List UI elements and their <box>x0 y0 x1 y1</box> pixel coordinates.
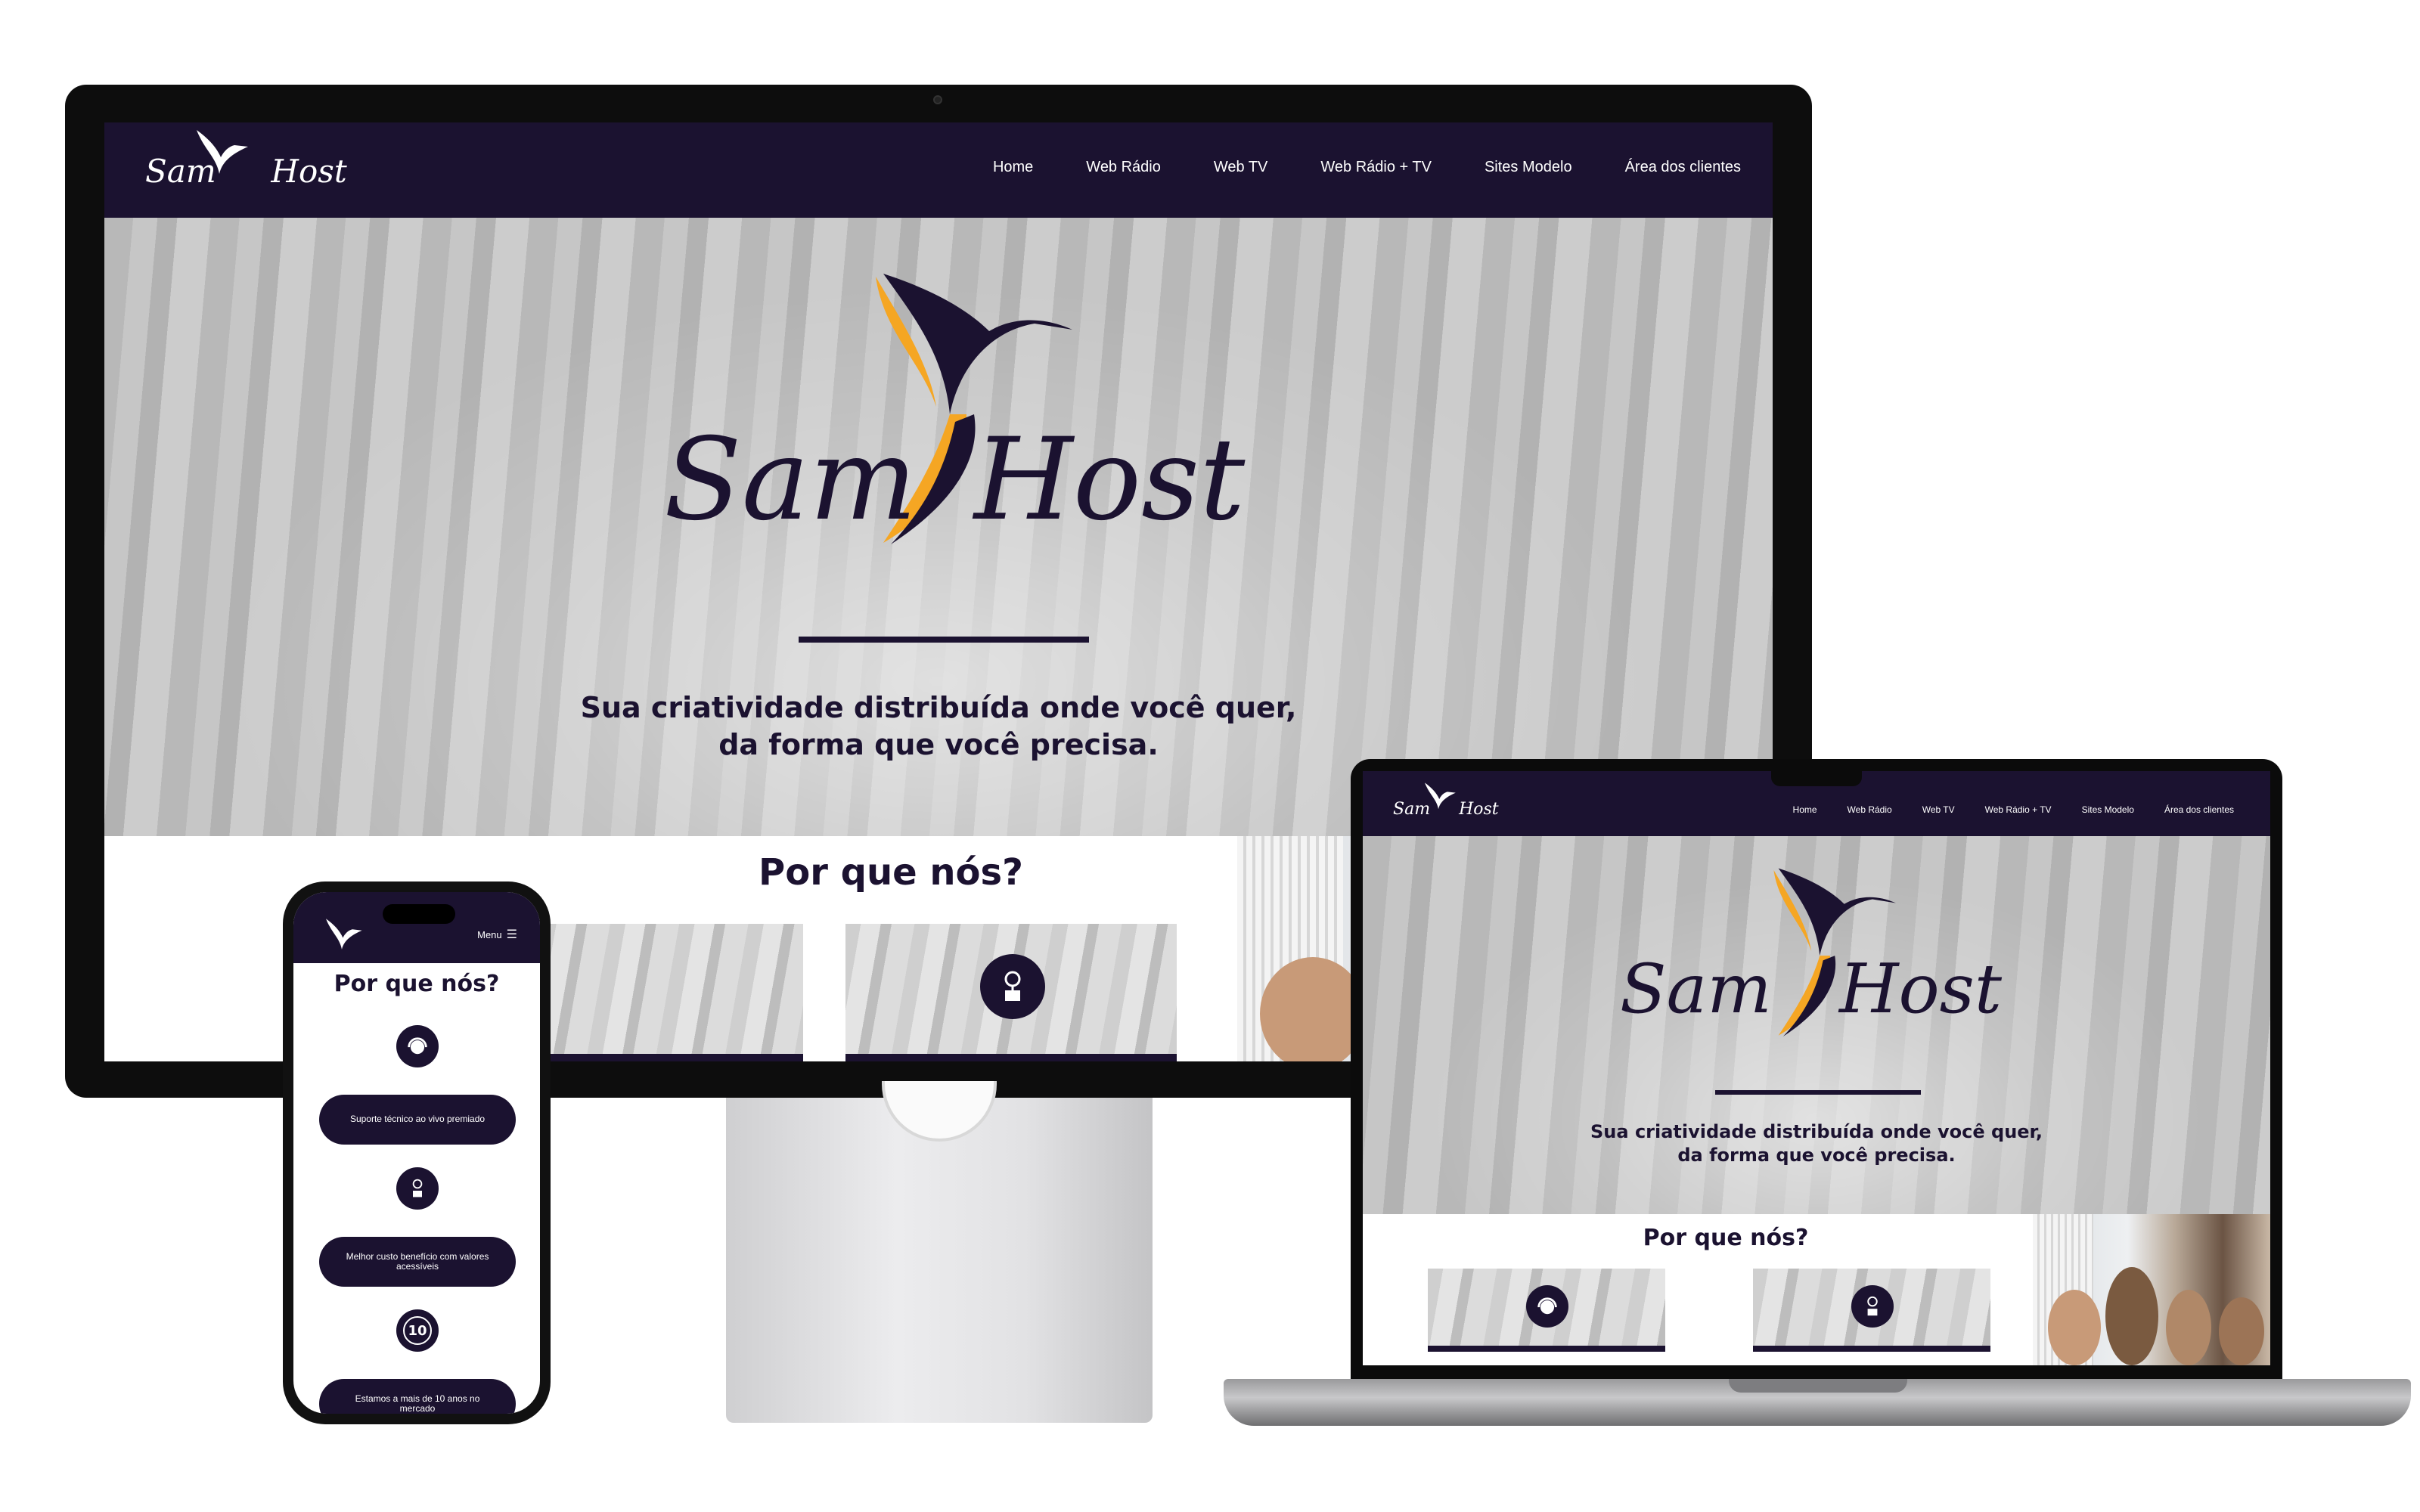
person-photo <box>1260 957 1366 1061</box>
phone-device: Menu ☰ Por que nós? Suporte técnico ao v… <box>283 881 551 1424</box>
main-nav: Home Web Rádio Web TV Web Rádio + TV Sit… <box>993 159 1741 176</box>
hero-tagline: Sua criatividade distribuída onde você q… <box>482 689 1395 764</box>
laptop-hero-brand-right: Host <box>1839 950 2003 1029</box>
laptop-money-plant-icon <box>1851 1285 1894 1328</box>
laptop-nav-web-radio[interactable]: Web Rádio <box>1848 804 1892 815</box>
hero-logo: Sam Host <box>664 271 1245 558</box>
hero-tagline-line2: da forma que você precisa. <box>718 728 1159 762</box>
laptop-logo-bird-icon <box>1420 780 1457 818</box>
laptop-person-2 <box>2105 1267 2158 1365</box>
phone-dynamic-island <box>383 904 455 924</box>
laptop-hero-tagline: Sua criatividade distribuída onde você q… <box>1514 1120 2119 1167</box>
laptop-device: Sam Host Home Web Rádio Web TV Web Rádio… <box>1351 759 2282 1379</box>
phone-feature-years[interactable]: Estamos a mais de 10 anos no mercado <box>319 1379 516 1414</box>
hero-brand-left: Sam <box>664 414 917 546</box>
hero-tagline-line1: Sua criatividade distribuída onde você q… <box>580 691 1297 724</box>
laptop-why-card-support <box>1428 1269 1665 1352</box>
laptop-nav-web-radio-tv[interactable]: Web Rádio + TV <box>1985 804 2052 815</box>
nav-area-clientes[interactable]: Área dos clientes <box>1625 159 1741 176</box>
why-title: Por que nós? <box>759 851 1023 894</box>
laptop-nav-area-clientes[interactable]: Área dos clientes <box>2164 804 2234 815</box>
laptop-hero-logo: Sam Host <box>1620 866 2028 1040</box>
phone-headset-icon <box>396 1025 439 1067</box>
phone-feature-price-label: Melhor custo benefício com valores acess… <box>346 1250 489 1272</box>
phone-ten-years-icon: 10 <box>396 1309 439 1352</box>
site-header: Sam Host Home Web Rádio Web TV Web Rádio… <box>104 122 1773 218</box>
laptop-person-3 <box>2166 1290 2211 1365</box>
laptop-headset-icon <box>1526 1285 1568 1328</box>
money-plant-icon <box>980 954 1045 1019</box>
phone-header: Menu ☰ <box>293 892 540 963</box>
laptop-why-title: Por que nós? <box>1643 1225 1809 1251</box>
logo-name-right: Host <box>271 153 347 190</box>
phone-logo-bird-icon[interactable] <box>321 915 363 959</box>
hero-brand-right: Host <box>974 414 1246 546</box>
why-card-price <box>845 924 1177 1061</box>
nav-web-radio[interactable]: Web Rádio <box>1086 159 1161 176</box>
phone-menu-button[interactable]: Menu ☰ <box>477 927 517 942</box>
phone-feature-years-label: Estamos a mais de 10 anos no mercado <box>355 1393 480 1414</box>
laptop-why-card-price <box>1753 1269 1990 1352</box>
phone-money-plant-icon <box>396 1167 439 1210</box>
nav-sites-modelo[interactable]: Sites Modelo <box>1485 159 1572 176</box>
laptop-support-team-photo <box>2033 1214 2270 1365</box>
laptop-base-groove <box>1729 1379 1907 1393</box>
nav-web-tv[interactable]: Web TV <box>1214 159 1268 176</box>
laptop-person-4 <box>2219 1297 2264 1365</box>
laptop-nav: Home Web Rádio Web TV Web Rádio + TV Sit… <box>1793 804 2234 815</box>
laptop-person-1 <box>2048 1290 2101 1365</box>
monitor-camera <box>933 95 942 104</box>
phone-menu-label: Menu <box>477 928 502 940</box>
header-logo[interactable]: Sam Host <box>145 130 347 190</box>
nav-web-radio-tv[interactable]: Web Rádio + TV <box>1320 159 1432 176</box>
laptop-hero-brand-left: Sam <box>1620 950 1772 1029</box>
nav-home[interactable]: Home <box>993 159 1033 176</box>
phone-feature-price[interactable]: Melhor custo benefício com valores acess… <box>319 1237 516 1287</box>
laptop-notch <box>1771 759 1862 786</box>
laptop-screen: Sam Host Home Web Rádio Web TV Web Rádio… <box>1363 771 2270 1365</box>
hero-divider <box>799 637 1089 643</box>
monitor-stand <box>726 1098 1153 1423</box>
phone-why-title: Por que nós? <box>334 971 500 997</box>
laptop-why-section: Por que nós? <box>1363 1214 2270 1365</box>
laptop-nav-web-tv[interactable]: Web TV <box>1922 804 1955 815</box>
phone-feature-support[interactable]: Suporte técnico ao vivo premiado <box>319 1095 516 1145</box>
laptop-nav-sites-modelo[interactable]: Sites Modelo <box>2082 804 2134 815</box>
logo-bird-icon <box>189 127 250 187</box>
laptop-tagline-line2: da forma que você precisa. <box>1677 1145 1956 1167</box>
laptop-nav-home[interactable]: Home <box>1793 804 1817 815</box>
hamburger-icon: ☰ <box>506 928 517 941</box>
phone-screen: Menu ☰ Por que nós? Suporte técnico ao v… <box>293 892 540 1414</box>
laptop-hero-divider <box>1715 1090 1921 1095</box>
laptop-header-logo[interactable]: Sam Host <box>1393 782 1499 819</box>
hero-section: Sam Host Sua criatividade distribuída on… <box>104 218 1773 836</box>
phone-feature-support-label: Suporte técnico ao vivo premiado <box>349 1114 486 1125</box>
laptop-logo-right: Host <box>1459 800 1499 819</box>
laptop-tagline-line1: Sua criatividade distribuída onde você q… <box>1590 1121 2043 1142</box>
laptop-hero: Sam Host Sua criatividade distribuída on… <box>1363 836 2270 1214</box>
